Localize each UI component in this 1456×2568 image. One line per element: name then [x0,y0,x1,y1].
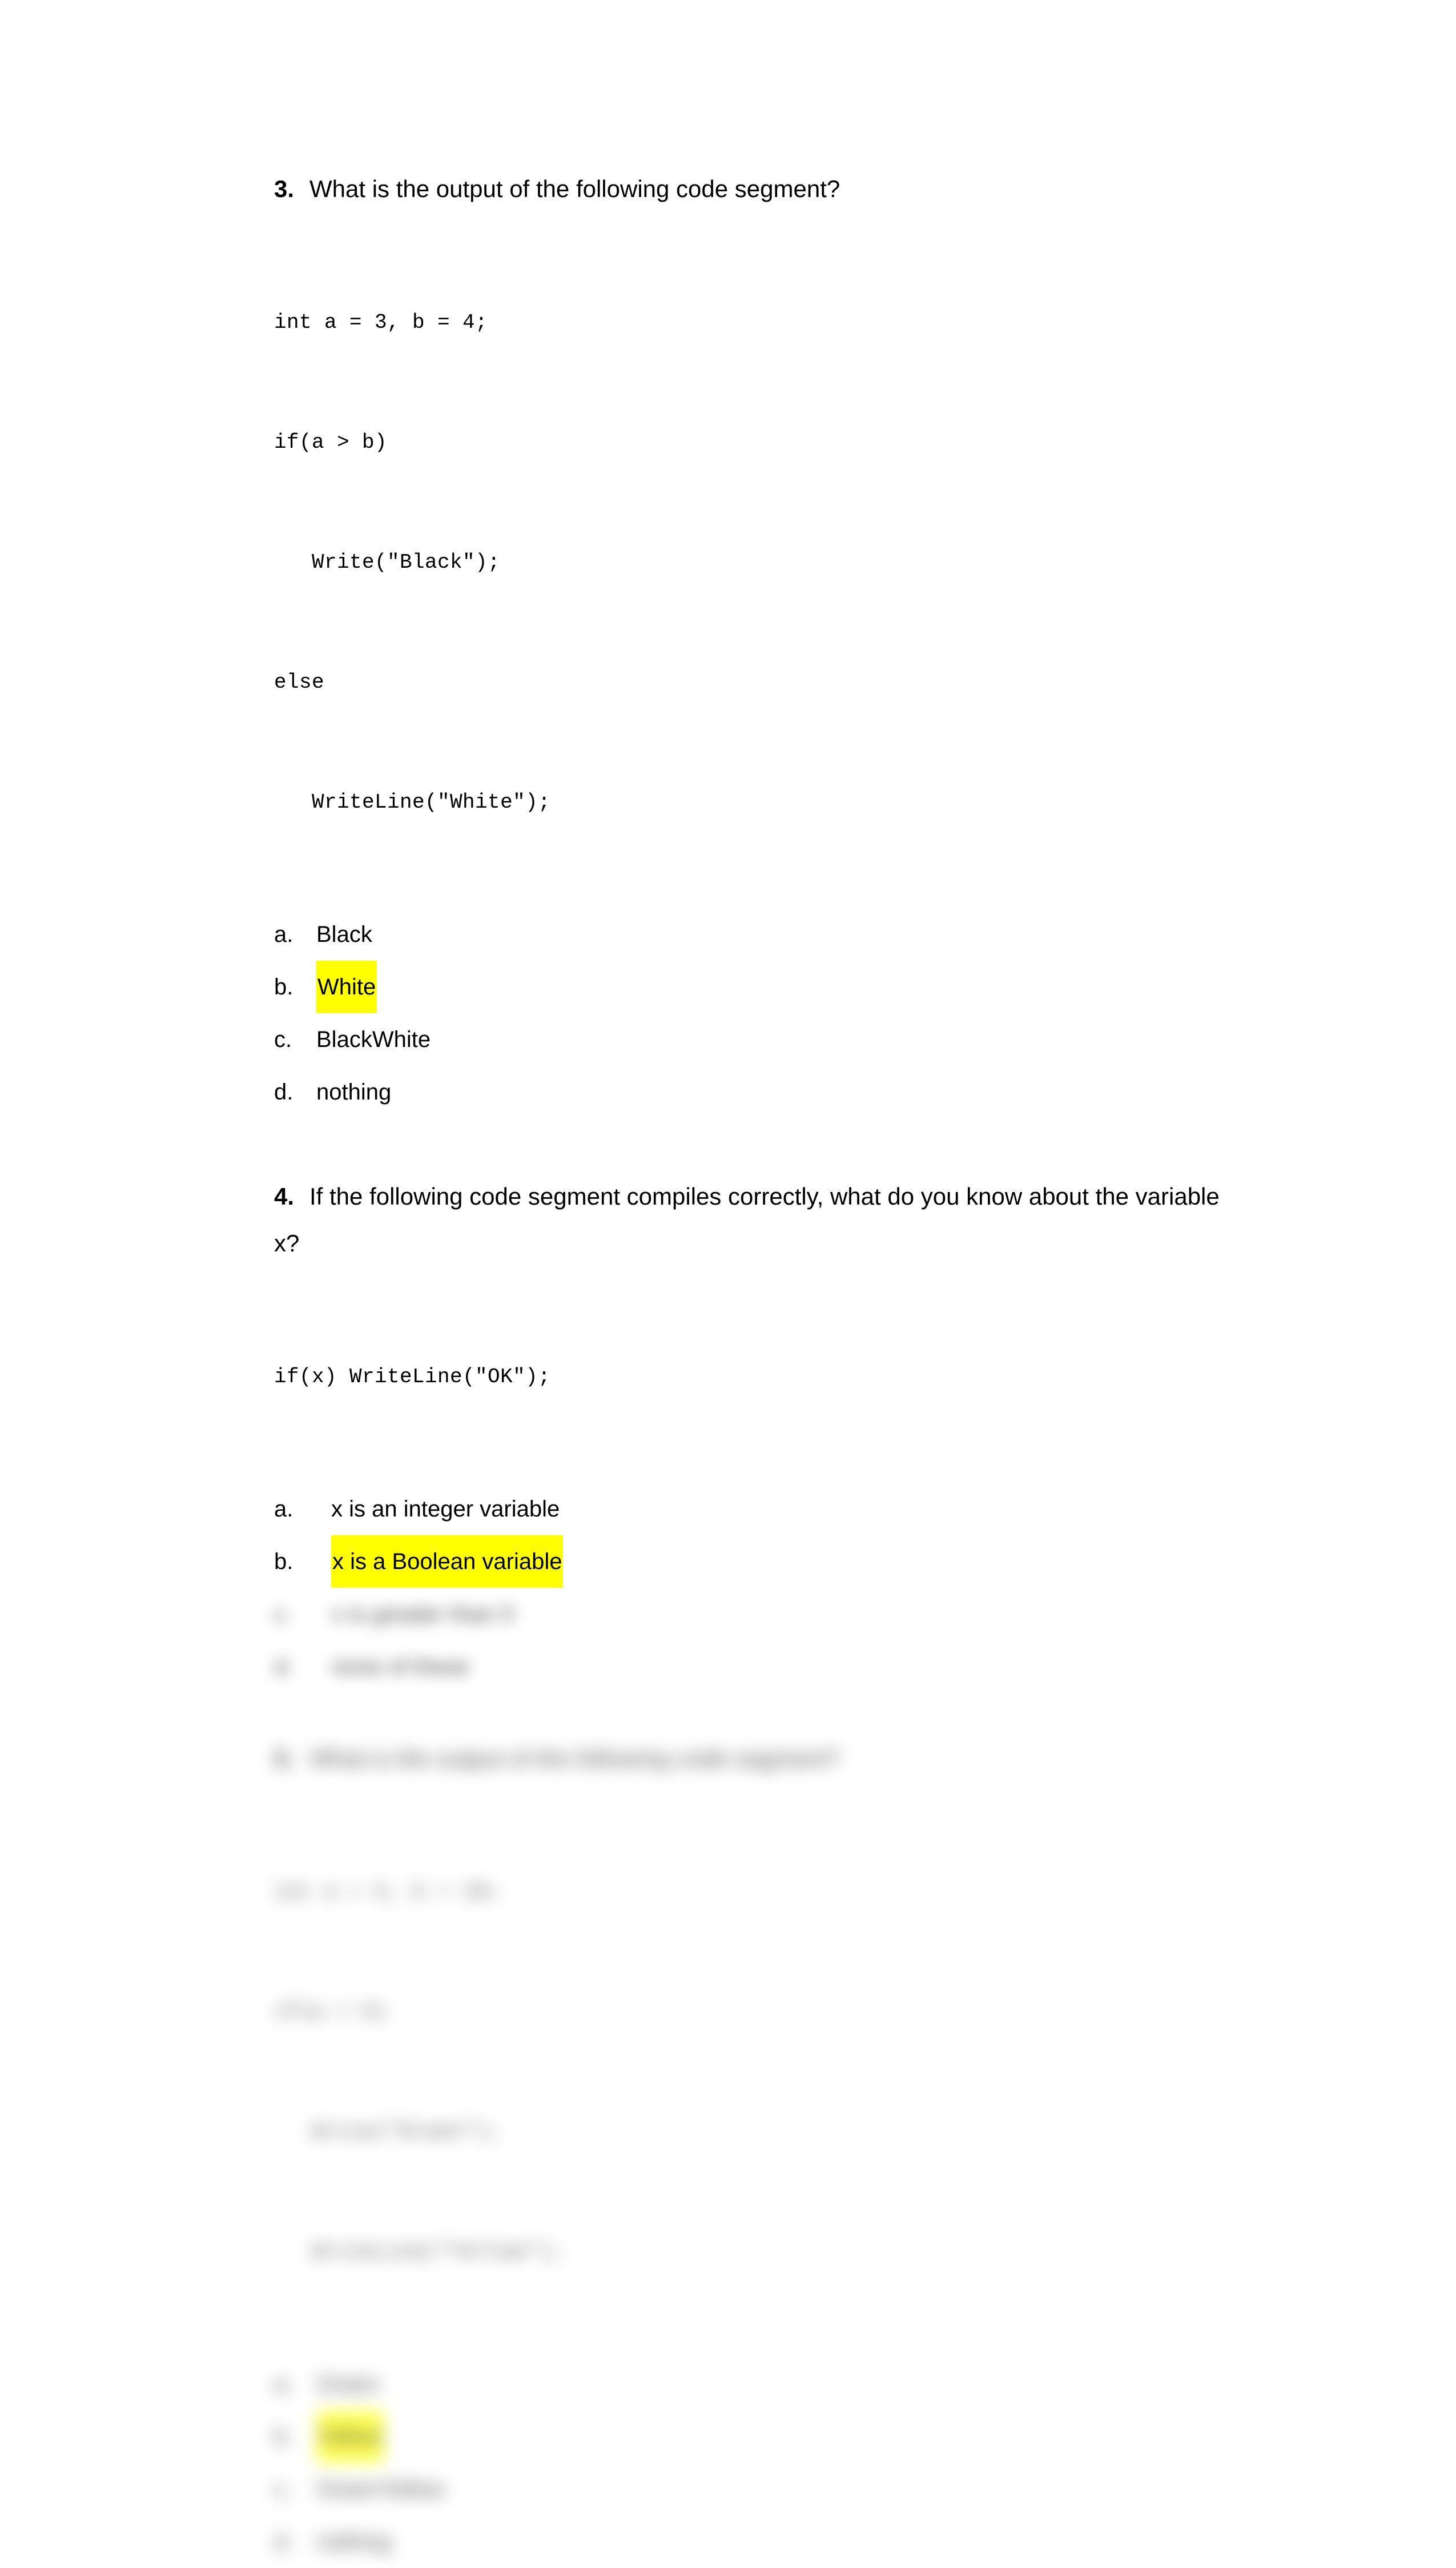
option-marker: d. [274,2529,293,2554]
answer-option-4b[interactable]: b. x is a Boolean variable [274,1535,1222,1588]
code-line: Write("Green"); [274,2120,501,2144]
option-marker: a. [274,922,293,947]
answer-option-5d[interactable]: d. nothing [274,2515,1222,2568]
code-line: Write("Black"); [274,551,501,574]
code-block-3: int a = 3, b = 4; if(a > b) Write("Black… [274,223,1222,902]
answer-option-5a[interactable]: a. Green [274,2358,1222,2410]
answer-option-3b[interactable]: b. White [274,961,1222,1013]
question-block-4: 4. If the following code segment compiles… [274,1173,1222,1693]
code-line: if(a > b) [274,431,388,454]
answer-option-4d[interactable]: d. none of these [274,1640,1222,1693]
question-text-3: What is the output of the following code… [309,175,840,202]
option-marker: a. [274,1496,293,1522]
option-label-highlighted: Yellow [316,2410,384,2463]
option-label: x is an integer variable [331,1496,560,1522]
code-block-5: int a = 5, b = 10; if(a > b) Write("Gree… [274,1792,1222,2352]
question-heading-5: 5. What is the output of the following co… [274,1735,1222,1782]
question-heading-4: 4. If the following code segment compiles… [274,1173,1222,1267]
option-marker: d. [274,1654,293,1679]
answer-option-5b[interactable]: b. Yellow [274,2410,1222,2463]
option-label: Green [316,2372,380,2397]
option-label: Black [316,922,372,947]
code-line: WriteLine("Yellow"); [274,2240,564,2264]
option-label: BlackWhite [316,1027,431,1052]
code-line: int a = 3, b = 4; [274,311,488,334]
question-number-4: 4. [274,1183,295,1210]
question-heading-3: 3. What is the output of the following co… [274,166,1222,212]
question-text-4: If the following code segment compiles c… [274,1183,1220,1257]
option-marker: c. [274,2477,292,2502]
answer-option-4a[interactable]: a. x is an integer variable [274,1483,1222,1535]
option-marker: b. [274,2424,293,2449]
question-number-5: 5. [274,1745,295,1772]
answer-option-3a[interactable]: a. Black [274,908,1222,961]
option-label-highlighted: White [316,961,377,1013]
option-marker: b. [274,974,293,1000]
answer-option-3d[interactable]: d. nothing [274,1066,1222,1118]
answer-option-5c[interactable]: c. GreenYellow [274,2463,1222,2515]
option-marker: a. [274,2372,293,2397]
code-line: else [274,671,325,694]
option-marker: b. [274,1549,293,1574]
option-marker: c. [274,1602,292,1627]
answer-options-4: a. x is an integer variable b. x is a Bo… [274,1483,1222,1693]
option-label-highlighted: x is a Boolean variable [331,1535,564,1588]
option-marker: d. [274,1080,293,1105]
code-line: if(a > b) [274,2000,388,2024]
question-text-5: What is the output of the following code… [309,1745,840,1772]
code-block-4: if(x) WriteLine("OK"); [274,1277,1222,1477]
question-block-3: 3. What is the output of the following co… [274,166,1222,1118]
answer-options-5: a. Green b. Yellow c. GreenYellow d. not… [274,2358,1222,2568]
question-block-5: 5. What is the output of the following co… [274,1735,1222,2568]
option-marker: c. [274,1027,292,1052]
document-page: 3. What is the output of the following co… [0,0,1456,2554]
code-line: WriteLine("White"); [274,791,551,814]
question-number-3: 3. [274,175,295,202]
answer-option-3c[interactable]: c. BlackWhite [274,1013,1222,1066]
option-label: GreenYellow [316,2477,445,2502]
option-label: none of these [331,1654,470,1679]
code-line: int a = 5, b = 10; [274,1880,501,1904]
answer-option-4c[interactable]: c. x is greater than 0 [274,1588,1222,1640]
code-line: if(x) WriteLine("OK"); [274,1365,551,1389]
answer-options-3: a. Black b. White c. BlackWhite d. nothi… [274,908,1222,1118]
option-label: nothing [316,1080,392,1105]
option-label: nothing [316,2529,392,2554]
option-label: x is greater than 0 [331,1602,514,1627]
